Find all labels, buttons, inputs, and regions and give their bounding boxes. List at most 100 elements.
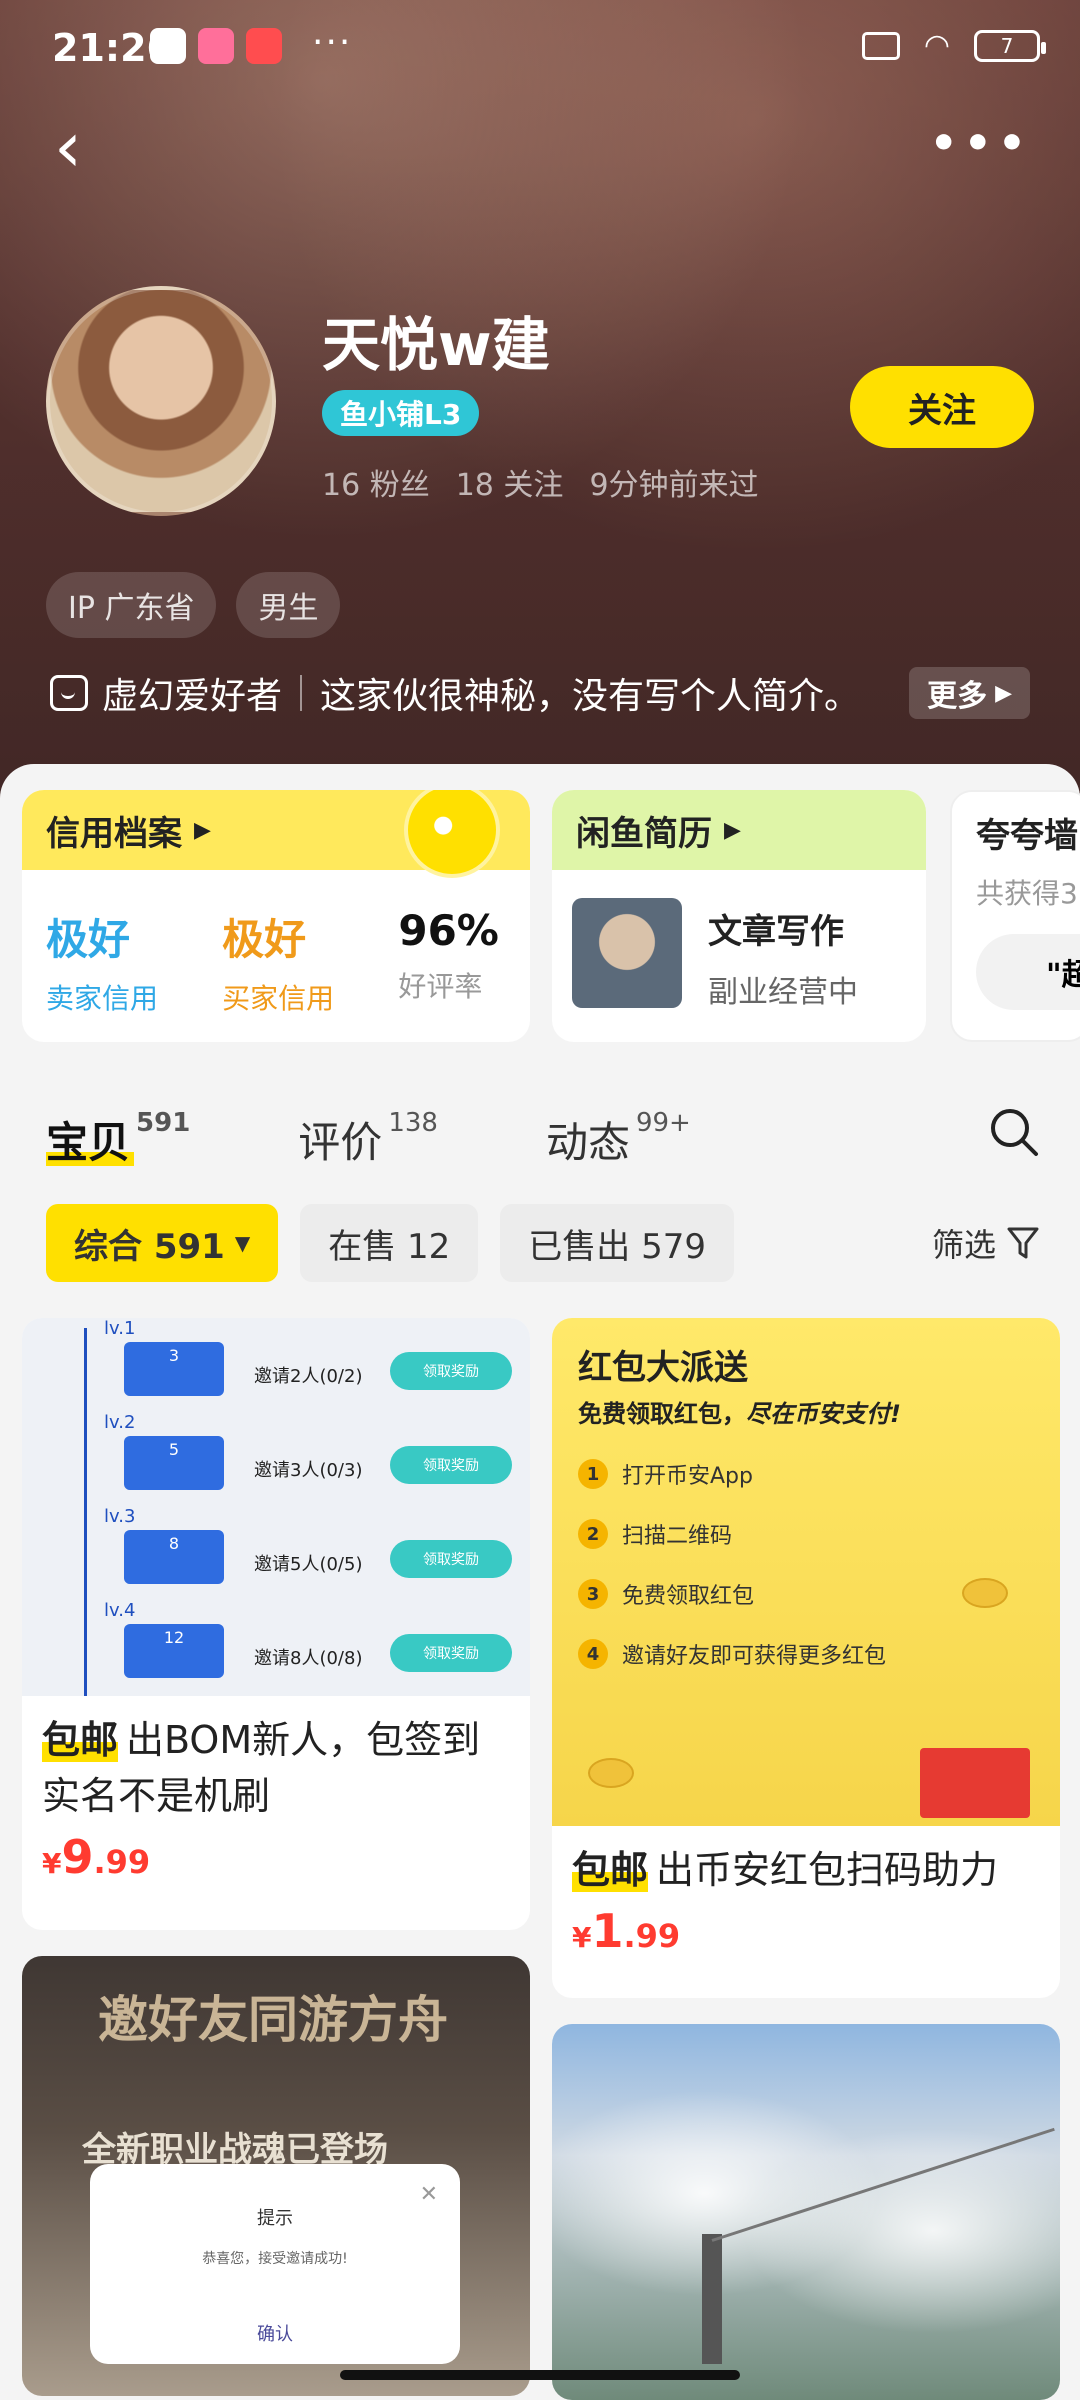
resume-item-title: 文章写作 <box>708 912 844 952</box>
free-shipping-tag: 包邮 <box>572 1848 649 1892</box>
step-number: 1 <box>578 1459 608 1489</box>
profile-stats: 16 粉丝 18 关注 9分钟前来过 <box>322 460 759 504</box>
promo-title: 红包大派送 <box>578 1348 748 1388</box>
battery-icon: 7 <box>974 29 1046 62</box>
search-icon[interactable] <box>988 1106 1040 1158</box>
filter-bar: 综合 591 ▼ 在售 12 已售出 579 筛选 <box>46 1204 1040 1282</box>
buyer-credit: 极好 买家信用 <box>222 906 398 1017</box>
tab-items-label: 宝贝 <box>46 1118 131 1167</box>
content-tabs: 宝贝 591 评价 138 动态 99+ <box>46 1100 1040 1170</box>
promo-subtitle-bold: 免费领取红包， <box>578 1400 746 1428</box>
level-reward: 5 <box>124 1436 224 1490</box>
profile-tags: IP 广东省 男生 <box>46 572 341 638</box>
price-decimal: .99 <box>93 1843 151 1881</box>
filter-all-label: 综合 591 <box>74 1226 225 1267</box>
product-card[interactable]: 红包大派送 免费领取红包，尽在币安支付! 1 打开币安App 2 扫描二维码 3 免费… <box>552 1318 1060 1998</box>
filter-on-sale-button[interactable]: 在售 12 <box>300 1204 479 1282</box>
follow-button[interactable]: 关注 <box>850 366 1034 448</box>
filter-button[interactable]: 筛选 <box>932 1220 1040 1266</box>
credit-card-title: 信用档案 <box>46 813 182 854</box>
home-indicator[interactable] <box>340 2370 740 2380</box>
praise-wall-card[interactable]: 夸夸墙 共获得3 "超 <box>950 790 1080 1042</box>
resume-thumbnail <box>572 898 682 1008</box>
ip-location-tag: IP 广东省 <box>46 572 217 638</box>
resume-card[interactable]: 闲鱼简历 ▶ 文章写作 副业经营中 <box>552 790 926 1042</box>
wifi-icon: ◠ <box>923 28 950 63</box>
level-badge-label: 鱼小铺L3 <box>340 398 462 431</box>
level-requirement: 邀请5人(0/5) <box>254 1554 363 1575</box>
credit-card[interactable]: 信用档案 ▶ 极好 卖家信用 极好 买家信用 96% 好评率 <box>22 790 530 1042</box>
seller-credit: 极好 卖家信用 <box>46 906 222 1017</box>
resume-body: 文章写作 副业经营中 <box>552 870 926 1039</box>
product-card[interactable] <box>552 2024 1060 2400</box>
credit-values: 极好 卖家信用 极好 买家信用 96% 好评率 <box>22 870 530 1017</box>
tab-items[interactable]: 宝贝 591 <box>46 1108 190 1170</box>
back-icon[interactable]: ‹ <box>54 112 82 182</box>
caret-right-icon: ▶ <box>194 817 211 843</box>
buyer-credit-label: 买家信用 <box>222 982 335 1015</box>
level-label: lv.2 <box>104 1412 136 1433</box>
promo-step: 1 打开币安App <box>578 1458 753 1490</box>
battery-level: 7 <box>1000 33 1014 58</box>
following-count[interactable]: 18 关注 <box>456 460 564 504</box>
filter-sold-button[interactable]: 已售出 579 <box>500 1204 734 1282</box>
level-label: lv.3 <box>104 1506 136 1527</box>
qq-icon <box>150 28 186 64</box>
dialog-confirm: 确认 <box>257 2324 293 2345</box>
fans-count[interactable]: 16 粉丝 <box>322 460 430 504</box>
price-decimal: .99 <box>623 1917 681 1955</box>
step-number: 2 <box>578 1519 608 1549</box>
last-seen: 9分钟前来过 <box>589 468 759 503</box>
step-number: 3 <box>578 1579 608 1609</box>
tab-reviews-label: 评价 <box>298 1118 383 1167</box>
promo-step: 3 免费领取红包 <box>578 1578 754 1610</box>
step-number: 4 <box>578 1639 608 1669</box>
tab-activity[interactable]: 动态 99+ <box>546 1108 691 1170</box>
resume-card-title: 闲鱼简历 <box>576 813 712 854</box>
level-requirement: 邀请3人(0/3) <box>254 1460 363 1481</box>
bio-more-button[interactable]: 更多 ▶ <box>909 667 1030 719</box>
filter-all-button[interactable]: 综合 591 ▼ <box>46 1204 279 1282</box>
tab-reviews[interactable]: 评价 138 <box>298 1108 438 1170</box>
dialog-title: 提示 <box>257 2208 293 2229</box>
step-text: 邀请好友即可获得更多红包 <box>622 1644 887 1669</box>
currency-symbol: ¥ <box>572 1921 592 1954</box>
resume-text: 文章写作 副业经营中 <box>708 898 858 1011</box>
level-row: lv.1 3 邀请2人(0/2) 领取奖励 <box>62 1318 512 1398</box>
level-badge[interactable]: 鱼小铺L3 <box>322 390 480 436</box>
step-text: 扫描二维码 <box>622 1524 733 1549</box>
filter-label: 筛选 <box>931 1226 996 1264</box>
level-row: lv.3 8 邀请5人(0/5) 领取奖励 <box>62 1506 512 1586</box>
step-text: 打开币安App <box>622 1464 753 1489</box>
caret-right-icon: ▶ <box>724 817 741 843</box>
profile-name: 天悦w建 <box>322 311 550 379</box>
product-card[interactable]: 邀好友同游方舟 全新职业战魂已登场 提示 ✕ 恭喜您，接受邀请成功! 确认 <box>22 1956 530 2396</box>
resume-item-sub: 副业经营中 <box>708 975 858 1010</box>
funnel-icon <box>1007 1227 1039 1259</box>
price-integer: 1 <box>591 1904 624 1958</box>
bridge-tower <box>702 2234 722 2364</box>
gift-box-icon <box>920 1748 1030 1818</box>
game-banner-title: 邀好友同游方舟 <box>98 1991 448 2049</box>
level-reward: 3 <box>124 1342 224 1396</box>
close-icon: ✕ <box>419 2182 438 2207</box>
free-shipping-tag: 包邮 <box>42 1718 119 1762</box>
claim-reward-button: 领取奖励 <box>390 1540 512 1578</box>
price-integer: 9 <box>61 1830 94 1884</box>
product-image <box>552 2024 1060 2400</box>
product-image: lv.1 3 邀请2人(0/2) 领取奖励 lv.2 5 邀请3人(0/3) 领… <box>22 1318 530 1696</box>
product-card[interactable]: lv.1 3 邀请2人(0/2) 领取奖励 lv.2 5 邀请3人(0/3) 领… <box>22 1318 530 1930</box>
dialog-message: 恭喜您，接受邀请成功! <box>202 2251 348 2267</box>
product-price: ¥9.99 <box>22 1824 530 1884</box>
profile-screen: 21:26 ··· ◠ 7 ‹ ••• 天悦w建 鱼小铺L3 16 粉丝 18 … <box>0 0 1080 2400</box>
hobby-icon <box>50 675 88 711</box>
good-rate: 96% 好评率 <box>398 906 506 1017</box>
level-label: lv.4 <box>104 1600 136 1621</box>
tab-activity-label: 动态 <box>545 1118 630 1167</box>
praise-card-title: 夸夸墙 <box>952 792 1080 872</box>
more-options-icon[interactable]: ••• <box>930 118 1032 169</box>
coin-icon <box>588 1758 634 1788</box>
praise-pill: "超 <box>976 934 1080 1010</box>
avatar[interactable] <box>46 286 276 516</box>
chevron-right-icon: ▶ <box>995 680 1012 706</box>
